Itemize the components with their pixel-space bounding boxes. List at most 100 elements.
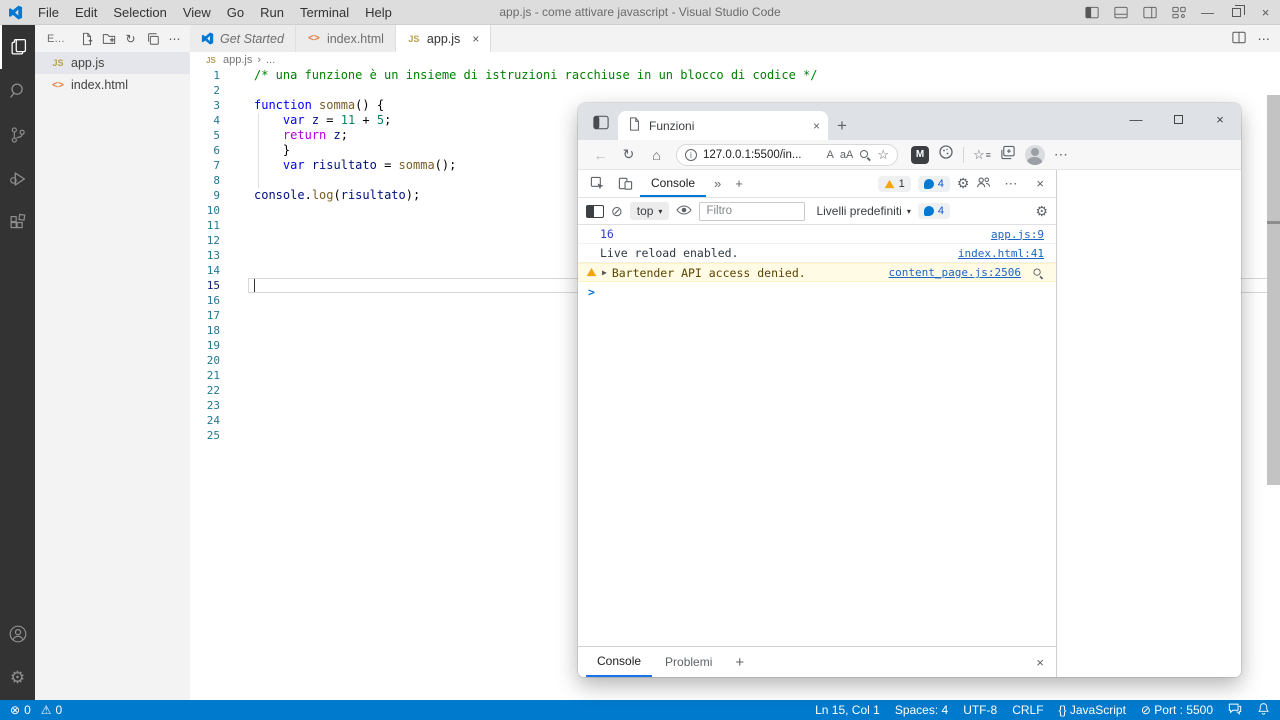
close-window-icon[interactable]: × <box>1251 0 1280 24</box>
restore-window-icon[interactable] <box>1222 0 1251 24</box>
add-tool-icon[interactable]: + <box>729 176 749 191</box>
run-debug-icon[interactable] <box>0 157 35 201</box>
browser-tab[interactable]: Funzioni × <box>618 111 828 140</box>
error-count[interactable]: ⊗0 <box>10 703 31 717</box>
notifications-bell-icon[interactable] <box>1257 702 1270 718</box>
devtools-close-icon[interactable]: × <box>1030 176 1050 191</box>
console-settings-icon[interactable]: ⚙ <box>1035 203 1048 220</box>
tab-app-js[interactable]: JS app.js × <box>396 25 491 52</box>
menu-file[interactable]: File <box>30 0 67 24</box>
menu-help[interactable]: Help <box>357 0 400 24</box>
close-browser-tab-icon[interactable]: × <box>813 119 820 133</box>
new-folder-icon[interactable] <box>99 29 118 48</box>
home-icon[interactable]: ⌂ <box>644 147 669 163</box>
breadcrumb-more[interactable]: ... <box>266 54 275 66</box>
status-utf-8[interactable]: UTF-8 <box>963 703 997 717</box>
console-sidebar-icon[interactable] <box>586 205 604 218</box>
menu-view[interactable]: View <box>175 0 219 24</box>
extension-icon[interactable] <box>938 144 954 165</box>
refresh-icon[interactable]: ↻ <box>121 29 140 48</box>
expand-icon[interactable]: ▶ <box>602 268 607 277</box>
add-favorite-icon[interactable]: ☆ <box>877 147 889 163</box>
settings-gear-icon[interactable]: ⚙ <box>0 656 35 700</box>
context-selector[interactable]: top ▾ <box>630 202 670 220</box>
tab-index-html[interactable]: <> index.html <box>296 25 396 52</box>
messages-badge[interactable]: 4 <box>918 176 950 192</box>
messages-badge[interactable]: 4 <box>918 203 950 219</box>
toggle-secondary-sidebar-icon[interactable] <box>1135 0 1164 24</box>
device-toolbar-icon[interactable] <box>612 172 638 196</box>
collapse-folders-icon[interactable] <box>143 29 162 48</box>
status-port-5500[interactable]: ⊘ Port : 5500 <box>1141 703 1213 717</box>
menu-run[interactable]: Run <box>252 0 292 24</box>
translate-icon[interactable]: aA <box>840 149 853 161</box>
menu-edit[interactable]: Edit <box>67 0 105 24</box>
more-tabs-icon[interactable]: » <box>708 176 727 191</box>
feedback-icon[interactable] <box>1228 702 1242 718</box>
tab-actions-menu-icon[interactable] <box>588 109 614 135</box>
m-extension-icon[interactable]: M <box>911 146 929 164</box>
menu-selection[interactable]: Selection <box>105 0 174 24</box>
more-actions-icon[interactable]: ⋯ <box>1258 31 1271 46</box>
zoom-icon[interactable] <box>859 149 871 161</box>
problems-status[interactable]: ⊗0 ⚠0 <box>10 703 62 717</box>
back-icon[interactable]: ← <box>588 147 613 163</box>
explorer-icon[interactable] <box>0 25 35 69</box>
drawer-tab-problemi[interactable]: Problemi <box>654 647 723 677</box>
status-javascript[interactable]: {} JavaScript <box>1059 703 1126 717</box>
toggle-panel-icon[interactable] <box>1106 0 1135 24</box>
create-live-expression-icon[interactable] <box>676 204 692 219</box>
editor-scrollbar[interactable] <box>1267 95 1280 485</box>
filter-input[interactable] <box>699 202 805 221</box>
status-ln-15-col-1[interactable]: Ln 15, Col 1 <box>815 703 880 717</box>
file-app.js[interactable]: JSapp.js <box>35 52 190 74</box>
console-empty-area[interactable] <box>578 301 1056 646</box>
breadcrumb[interactable]: JS app.js › ... <box>190 52 1280 68</box>
minimize-window-icon[interactable]: — <box>1193 0 1222 24</box>
extensions-icon[interactable] <box>0 201 35 245</box>
site-info-icon[interactable]: i <box>685 149 697 161</box>
customize-layout-icon[interactable] <box>1164 0 1193 24</box>
drawer-tab-console[interactable]: Console <box>586 647 652 677</box>
drawer-add-icon[interactable]: + <box>725 654 754 671</box>
new-file-icon[interactable] <box>77 29 96 48</box>
menu-go[interactable]: Go <box>219 0 252 24</box>
warnings-badge[interactable]: 1 <box>878 176 911 192</box>
editor-scrollbar-thumb[interactable] <box>1267 221 1280 224</box>
source-link[interactable]: index.html:41 <box>958 247 1044 260</box>
profile-avatar[interactable] <box>1025 145 1045 165</box>
source-control-icon[interactable] <box>0 113 35 157</box>
collections-icon[interactable] <box>1000 145 1016 165</box>
inspect-element-icon[interactable] <box>584 172 610 196</box>
warning-count[interactable]: ⚠0 <box>41 703 62 717</box>
file-index.html[interactable]: <>index.html <box>35 74 190 96</box>
source-link[interactable]: app.js:9 <box>991 228 1044 241</box>
issues-people-icon[interactable] <box>976 176 991 192</box>
toggle-sidebar-icon[interactable] <box>1077 0 1106 24</box>
browser-maximize-icon[interactable] <box>1157 103 1199 135</box>
address-bar[interactable]: i 127.0.0.1:5500/in... A aA ☆ <box>676 144 898 166</box>
breadcrumb-file[interactable]: app.js <box>223 54 252 66</box>
refresh-icon[interactable]: ↻ <box>616 146 641 163</box>
search-icon[interactable] <box>0 69 35 113</box>
status-spaces-4[interactable]: Spaces: 4 <box>895 703 948 717</box>
clear-console-icon[interactable]: ⊘ <box>611 203 623 220</box>
url-text[interactable]: 127.0.0.1:5500/in... <box>703 149 821 161</box>
source-link[interactable]: content_page.js:2506 <box>889 266 1021 279</box>
more-actions-icon[interactable]: ⋯ <box>165 29 184 48</box>
read-aloud-icon[interactable]: A <box>827 149 834 161</box>
tab-console[interactable]: Console <box>640 170 706 197</box>
favorites-icon[interactable]: ☆≡ <box>973 147 991 163</box>
devtools-more-icon[interactable]: ⋯ <box>998 176 1023 192</box>
page-content[interactable] <box>1057 170 1241 677</box>
close-tab-icon[interactable]: × <box>472 32 479 46</box>
menu-terminal[interactable]: Terminal <box>292 0 357 24</box>
search-icon[interactable] <box>1033 267 1044 278</box>
browser-menu-icon[interactable]: ⋯ <box>1054 146 1068 163</box>
drawer-close-icon[interactable]: × <box>1036 655 1048 670</box>
browser-close-icon[interactable]: × <box>1199 103 1241 135</box>
status-crlf[interactable]: CRLF <box>1012 703 1043 717</box>
tab-get-started[interactable]: Get Started <box>190 25 296 52</box>
accounts-icon[interactable] <box>0 612 35 656</box>
browser-minimize-icon[interactable]: — <box>1115 103 1157 135</box>
